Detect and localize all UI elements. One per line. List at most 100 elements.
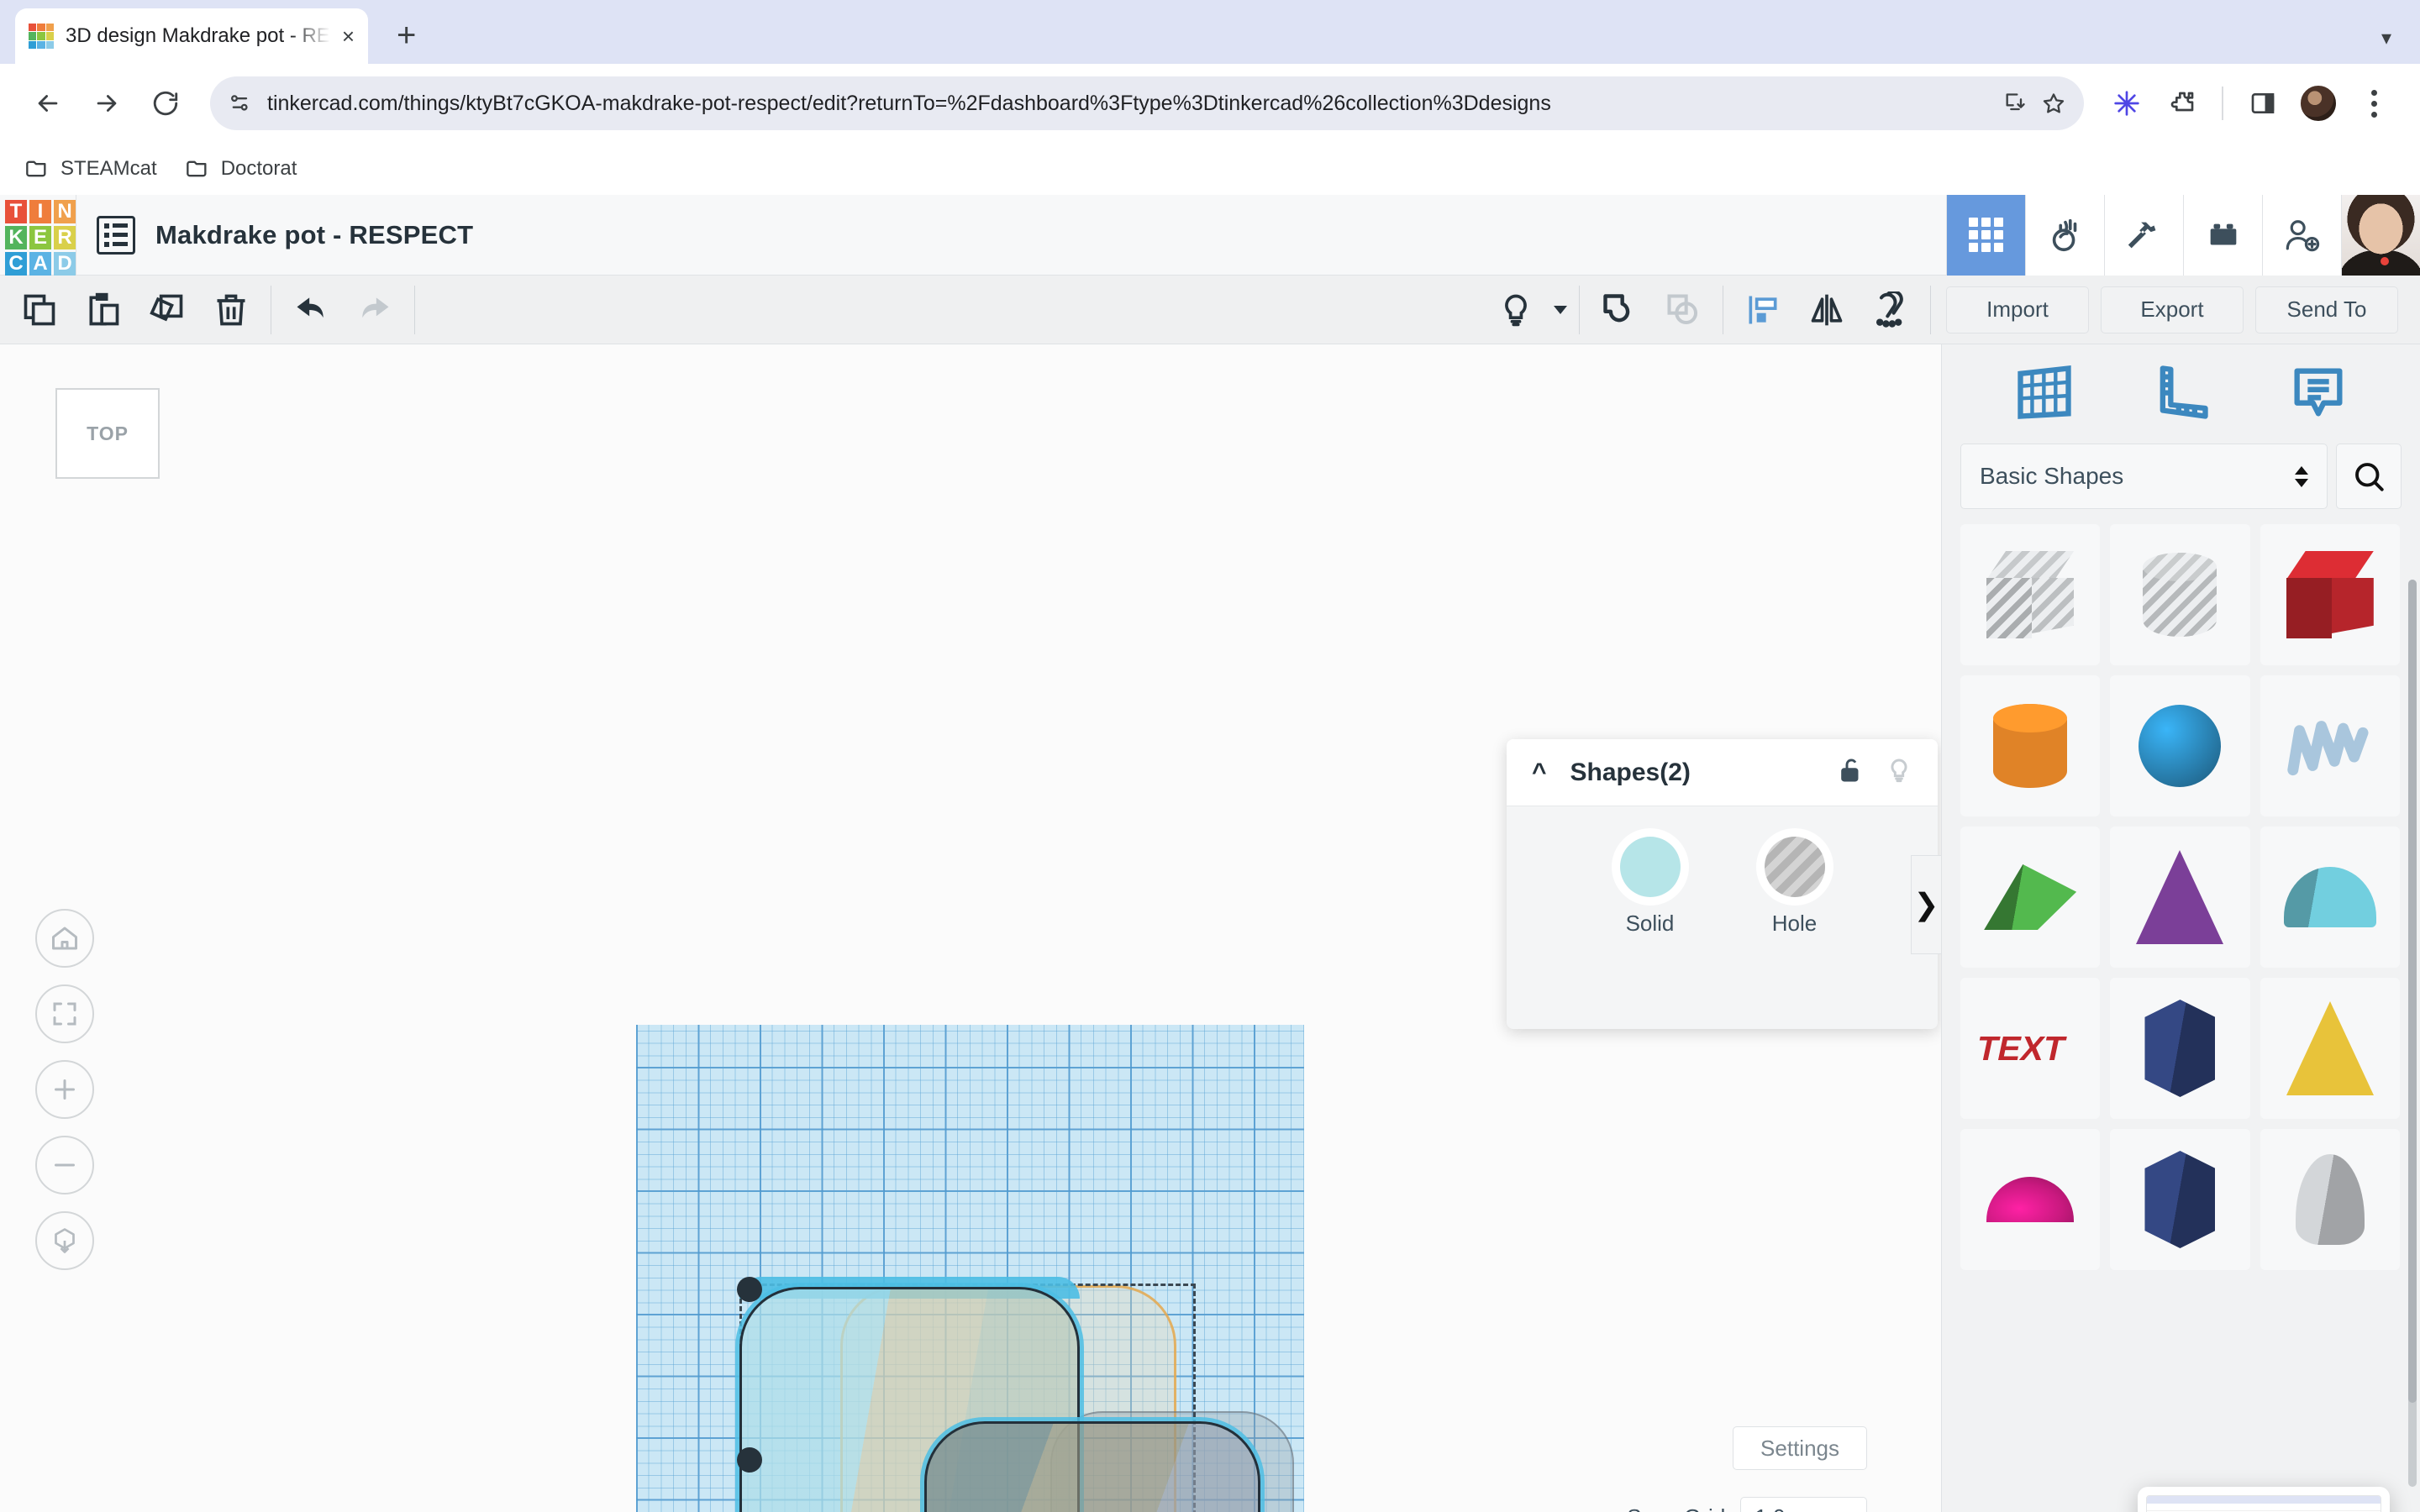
3d-canvas[interactable]: TOP Workplane [0, 344, 1941, 1512]
lightbulb-icon[interactable] [1488, 282, 1544, 338]
new-tab-button[interactable]: + [397, 18, 416, 52]
shape-item-half-sphere[interactable] [1960, 1129, 2101, 1270]
shape-rounded-box-b[interactable] [924, 1421, 1260, 1512]
star-icon[interactable] [2042, 92, 2065, 115]
view-cube[interactable]: TOP [55, 388, 160, 479]
shapes-inspector-panel[interactable]: ^ Shapes(2) Solid Hole [1507, 739, 1938, 1029]
home-view-icon[interactable] [35, 909, 94, 968]
bookmark-doctorat[interactable]: Doctorat [186, 157, 297, 181]
tinkercad-logo[interactable]: TINKERCAD [5, 199, 76, 276]
sidebar-mode-icons [1942, 344, 2420, 444]
lighting-group [1476, 276, 1579, 344]
paste-icon[interactable] [76, 282, 131, 338]
unlocked-padlock-icon[interactable] [1837, 756, 1864, 789]
chevron-down-icon[interactable] [1554, 305, 1567, 314]
clipboard-group [0, 276, 271, 344]
snap-grid-select[interactable]: 1.0 mm [1740, 1497, 1867, 1512]
forward-icon[interactable] [81, 77, 133, 129]
shape-library-grid[interactable]: TEXT [1942, 524, 2420, 1512]
shape-item-sphere[interactable] [2110, 675, 2250, 816]
shape-thumb-box [2286, 551, 2374, 638]
ortho-perspective-icon[interactable] [35, 1211, 94, 1270]
group-ungroup-group [1580, 276, 1723, 344]
browser-tab[interactable]: 3D design Makdrake pot - RE × [15, 8, 368, 64]
shape-thumb-wedge [1984, 864, 2077, 930]
snap-magnet-icon[interactable] [1863, 282, 1918, 338]
shapes-panel-body: Solid Hole [1507, 806, 1938, 937]
shape-thumb-half-sphere [1986, 1177, 2075, 1222]
view-controls [35, 909, 94, 1270]
lego-brick-icon[interactable] [2183, 194, 2262, 276]
hole-option[interactable]: Hole [1764, 837, 1825, 937]
profile-avatar[interactable] [2294, 79, 2343, 128]
shape-item-scribble[interactable] [2260, 675, 2400, 816]
shape-thumb-cone [2136, 850, 2224, 944]
sidebar-scrollbar-thumb[interactable] [2408, 580, 2417, 1403]
extension-asterisk-icon[interactable] [2102, 79, 2151, 128]
chevron-down-icon[interactable]: ▾ [2381, 26, 2391, 50]
shape-item-cone[interactable] [2110, 827, 2250, 968]
grid-view-icon[interactable] [1946, 194, 2025, 276]
three-dot-menu-icon[interactable] [2349, 79, 2398, 128]
shape-item-tube[interactable] [2110, 978, 2250, 1119]
extensions-puzzle-icon[interactable] [2158, 79, 2207, 128]
codeblocks-icon[interactable] [2025, 194, 2104, 276]
chevron-up-icon[interactable]: ^ [1532, 759, 1547, 785]
shape-item-wedge[interactable] [1960, 827, 2101, 968]
panel-collapse-handle[interactable]: ❯ [1911, 855, 1941, 954]
shape-item-cylinder[interactable] [1960, 675, 2101, 816]
header-actions [1946, 194, 2420, 276]
minecraft-pickaxe-icon[interactable] [2104, 194, 2183, 276]
search-icon[interactable] [2336, 444, 2402, 509]
shapes-panel-title: Shapes(2) [1570, 758, 1691, 786]
solid-option[interactable]: Solid [1619, 837, 1681, 937]
lightbulb-icon[interactable] [1886, 756, 1912, 789]
back-icon[interactable] [22, 77, 74, 129]
address-bar[interactable]: tinkercad.com/things/ktyBt7cGKOA-makdrak… [210, 76, 2084, 130]
note-comment-icon[interactable] [2286, 360, 2350, 428]
settings-button[interactable]: Settings [1733, 1426, 1867, 1470]
fit-to-view-icon[interactable] [35, 984, 94, 1043]
align-icon[interactable] [1735, 282, 1791, 338]
invite-person-icon[interactable] [2262, 194, 2341, 276]
send-to-button[interactable]: Send To [2255, 286, 2398, 333]
resize-handle[interactable] [737, 1277, 762, 1302]
workplane-grid-icon[interactable] [2012, 360, 2076, 428]
shape-item-text[interactable]: TEXT [1960, 978, 2101, 1119]
shape-item-cylinder-hole[interactable] [2110, 524, 2250, 665]
resize-handle[interactable] [737, 1447, 762, 1473]
close-icon[interactable]: × [342, 25, 355, 47]
ruler-icon[interactable] [2149, 360, 2213, 428]
solid-swatch[interactable] [1619, 837, 1681, 897]
side-panel-icon[interactable] [2238, 79, 2287, 128]
mirror-icon[interactable] [1799, 282, 1854, 338]
snap-grid-label: Snap Grid [1627, 1504, 1725, 1512]
zoom-in-icon[interactable] [35, 1060, 94, 1119]
group-icon[interactable] [1591, 282, 1647, 338]
shape-item-pyramid[interactable] [2260, 978, 2400, 1119]
duplicate-icon[interactable] [139, 282, 195, 338]
shape-item-paraboloid[interactable] [2260, 1129, 2400, 1270]
history-group [271, 276, 414, 344]
bookmark-steamcat[interactable]: STEAMcat [25, 157, 157, 181]
user-avatar[interactable] [2341, 194, 2420, 276]
zoom-out-icon[interactable] [35, 1136, 94, 1194]
delete-icon[interactable] [203, 282, 259, 338]
shape-item-box[interactable] [2260, 524, 2400, 665]
import-button[interactable]: Import [1946, 286, 2089, 333]
list-menu-icon[interactable] [97, 215, 135, 255]
shape-item-hex-prism[interactable] [2110, 1129, 2250, 1270]
shape-item-box-hole[interactable] [1960, 524, 2101, 665]
hole-swatch[interactable] [1764, 837, 1825, 897]
undo-icon[interactable] [283, 282, 339, 338]
install-app-icon[interactable] [2003, 92, 2027, 115]
permissions-icon[interactable] [229, 92, 252, 115]
shape-thumb-pyramid [2286, 1001, 2374, 1095]
copy-icon[interactable] [12, 282, 67, 338]
reload-icon[interactable] [139, 77, 192, 129]
shape-item-roof[interactable] [2260, 827, 2400, 968]
export-button[interactable]: Export [2101, 286, 2244, 333]
spinner-arrows-icon[interactable] [2295, 465, 2308, 487]
shape-library-select[interactable]: Basic Shapes [1960, 444, 2328, 509]
shape-thumb-sphere [2139, 705, 2222, 787]
